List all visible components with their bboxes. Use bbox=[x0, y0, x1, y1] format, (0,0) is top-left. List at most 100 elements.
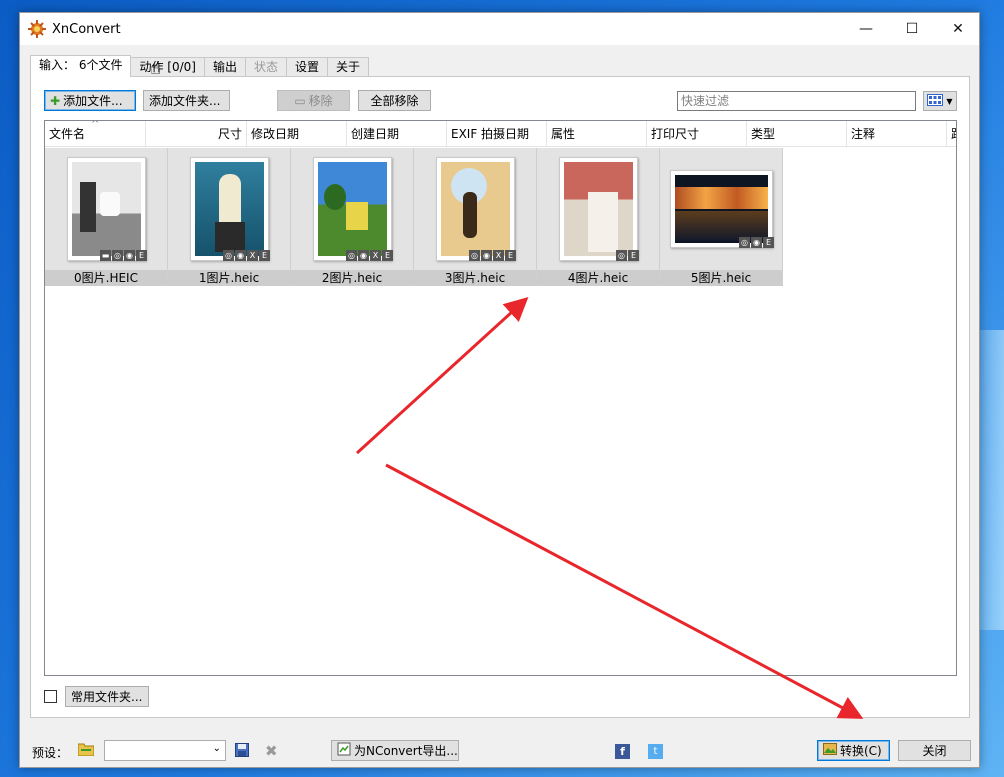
tab-bar: 输入： 6个文件 动作 [0/0] 输出 状态 设置 关于 bbox=[30, 55, 370, 77]
thumbnail-item[interactable]: ◎ ◉ X E 3图片.heic bbox=[414, 148, 537, 286]
favorites-row: 常用文件夹... bbox=[44, 686, 149, 707]
convert-image-icon bbox=[823, 743, 837, 758]
metadata-badges: ◎ ◉ X E bbox=[223, 250, 270, 261]
tab-input[interactable]: 输入： 6个文件 bbox=[30, 55, 132, 77]
thumbnail-item[interactable]: ◎ E 4图片.heic bbox=[537, 148, 660, 286]
tab-about[interactable]: 关于 bbox=[327, 57, 370, 77]
dropdown-arrow-icon: ▼ bbox=[946, 96, 953, 106]
column-more[interactable]: 跟 bbox=[947, 121, 956, 147]
column-comment[interactable]: 注释 bbox=[847, 121, 947, 147]
column-exif-date[interactable]: EXIF 拍摄日期 bbox=[447, 121, 547, 147]
metadata-badge-icon: ◉ bbox=[124, 250, 135, 261]
photo-preview bbox=[318, 162, 387, 256]
metadata-badge-icon: E bbox=[259, 250, 270, 261]
metadata-badge-icon: E bbox=[763, 237, 774, 248]
preset-label: 预设： bbox=[32, 746, 69, 760]
metadata-badges: ◎ ◉ E bbox=[739, 237, 774, 248]
photo-preview bbox=[675, 175, 768, 243]
metadata-badge-icon: ◉ bbox=[751, 237, 762, 248]
remove-button[interactable]: ▭ 移除 bbox=[277, 90, 350, 111]
column-filename[interactable]: ^ 文件名 bbox=[45, 121, 146, 147]
column-header: ^ 文件名 尺寸 修改日期 创建日期 EXIF 拍摄日期 属性 打印尺寸 类型 … bbox=[45, 121, 956, 147]
add-files-button[interactable]: ✚ 添加文件... bbox=[44, 90, 136, 111]
view-mode-button[interactable]: ▼ bbox=[923, 91, 957, 111]
title-bar: XnConvert — ☐ ✕ bbox=[20, 13, 979, 45]
delete-preset-icon[interactable]: ✖ bbox=[265, 742, 278, 760]
input-panel: ✚ 添加文件... 添加文件夹... ▭ 移除 全部移除 快速过滤 ▼ ^ 文件… bbox=[30, 76, 970, 718]
favorite-folders-button[interactable]: 常用文件夹... bbox=[65, 686, 149, 707]
facebook-icon[interactable]: f bbox=[615, 744, 630, 759]
thumbnail-image: ◎ E bbox=[559, 157, 639, 261]
column-attributes[interactable]: 属性 bbox=[547, 121, 647, 147]
metadata-badge-icon: ▬ bbox=[100, 250, 111, 261]
metadata-badge-icon: X bbox=[493, 250, 504, 261]
metadata-badge-icon: X bbox=[247, 250, 258, 261]
thumbnail-filename: 0图片.HEIC bbox=[45, 270, 167, 286]
photo-preview bbox=[564, 162, 633, 256]
app-window: XnConvert — ☐ ✕ 输入： 6个文件 动作 [0/0] 输出 状态 … bbox=[19, 12, 980, 768]
photo-preview bbox=[72, 162, 141, 256]
tab-output[interactable]: 输出 bbox=[203, 57, 246, 77]
thumbnail-image: ◎ ◉ E bbox=[670, 170, 774, 248]
metadata-badge-icon: ◎ bbox=[223, 250, 234, 261]
bottom-bar: 预设： ⌄ ✖ 为NConvert导出... f t 转换(C) 关闭 bbox=[20, 725, 979, 765]
add-plus-icon: ✚ bbox=[50, 93, 61, 108]
thumbnail-item[interactable]: ◎ ◉ X E 1图片.heic bbox=[168, 148, 291, 286]
twitter-icon[interactable]: t bbox=[648, 744, 663, 759]
metadata-badge-icon: ◎ bbox=[469, 250, 480, 261]
export-nconvert-button[interactable]: 为NConvert导出... bbox=[331, 740, 459, 761]
minus-icon: ▭ bbox=[294, 93, 306, 108]
tab-actions[interactable]: 动作 [0/0] bbox=[130, 57, 205, 77]
column-print-size[interactable]: 打印尺寸 bbox=[647, 121, 747, 147]
favorites-checkbox[interactable] bbox=[44, 690, 57, 703]
grid-view-icon bbox=[927, 93, 944, 109]
thumbnail-image: ◎ ◉ X E bbox=[313, 157, 393, 261]
close-button[interactable]: 关闭 bbox=[898, 740, 971, 761]
metadata-badge-icon: E bbox=[136, 250, 147, 261]
tab-settings[interactable]: 设置 bbox=[285, 57, 328, 77]
thumbnail-image: ◎ ◉ X E bbox=[436, 157, 516, 261]
column-created-date[interactable]: 创建日期 bbox=[347, 121, 447, 147]
thumbnail-item[interactable]: ◎ ◉ X E 2图片.heic bbox=[291, 148, 414, 286]
column-modified-date[interactable]: 修改日期 bbox=[247, 121, 347, 147]
mouse-cursor-icon: ☝ bbox=[150, 58, 161, 79]
column-size[interactable]: 尺寸 bbox=[146, 121, 247, 147]
thumbnail-filename: 3图片.heic bbox=[414, 270, 536, 286]
thumbnail-filename: 2图片.heic bbox=[291, 270, 413, 286]
close-window-button[interactable]: ✕ bbox=[935, 13, 981, 45]
sort-ascending-icon: ^ bbox=[91, 121, 100, 130]
remove-all-button[interactable]: 全部移除 bbox=[358, 90, 431, 111]
tab-status[interactable]: 状态 bbox=[244, 57, 287, 77]
thumbnail-item[interactable]: ◎ ◉ E 5图片.heic bbox=[660, 148, 783, 286]
convert-button[interactable]: 转换(C) bbox=[817, 740, 890, 761]
thumbnail-item[interactable]: ▬ ◎ ◉ E 0图片.HEIC bbox=[45, 148, 168, 286]
quick-filter-input[interactable]: 快速过滤 bbox=[677, 91, 916, 111]
metadata-badge-icon: E bbox=[505, 250, 516, 261]
metadata-badge-icon: E bbox=[628, 250, 639, 261]
window-title: XnConvert bbox=[52, 21, 121, 37]
photo-preview bbox=[441, 162, 510, 256]
metadata-badge-icon: ◉ bbox=[235, 250, 246, 261]
metadata-badge-icon: ◉ bbox=[358, 250, 369, 261]
metadata-badge-icon: X bbox=[370, 250, 381, 261]
save-preset-icon[interactable] bbox=[235, 743, 249, 760]
xnconvert-logo-icon bbox=[28, 20, 46, 38]
file-list: ^ 文件名 尺寸 修改日期 创建日期 EXIF 拍摄日期 属性 打印尺寸 类型 … bbox=[44, 120, 957, 676]
photo-preview bbox=[195, 162, 264, 256]
metadata-badges: ◎ E bbox=[616, 250, 639, 261]
maximize-button[interactable]: ☐ bbox=[889, 13, 935, 45]
metadata-badge-icon: ◎ bbox=[616, 250, 627, 261]
open-folder-icon[interactable] bbox=[77, 742, 95, 759]
column-type[interactable]: 类型 bbox=[747, 121, 847, 147]
metadata-badges: ◎ ◉ X E bbox=[346, 250, 393, 261]
thumbnail-filename: 4图片.heic bbox=[537, 270, 659, 286]
preset-combobox[interactable]: ⌄ bbox=[104, 740, 226, 761]
metadata-badge-icon: ◎ bbox=[346, 250, 357, 261]
metadata-badge-icon: E bbox=[382, 250, 393, 261]
combo-arrow-icon: ⌄ bbox=[212, 743, 221, 754]
add-folder-button[interactable]: 添加文件夹... bbox=[143, 90, 230, 111]
metadata-badges: ▬ ◎ ◉ E bbox=[100, 250, 147, 261]
export-script-icon bbox=[337, 742, 351, 759]
thumbnail-image: ▬ ◎ ◉ E bbox=[67, 157, 147, 261]
minimize-button[interactable]: — bbox=[843, 13, 889, 45]
